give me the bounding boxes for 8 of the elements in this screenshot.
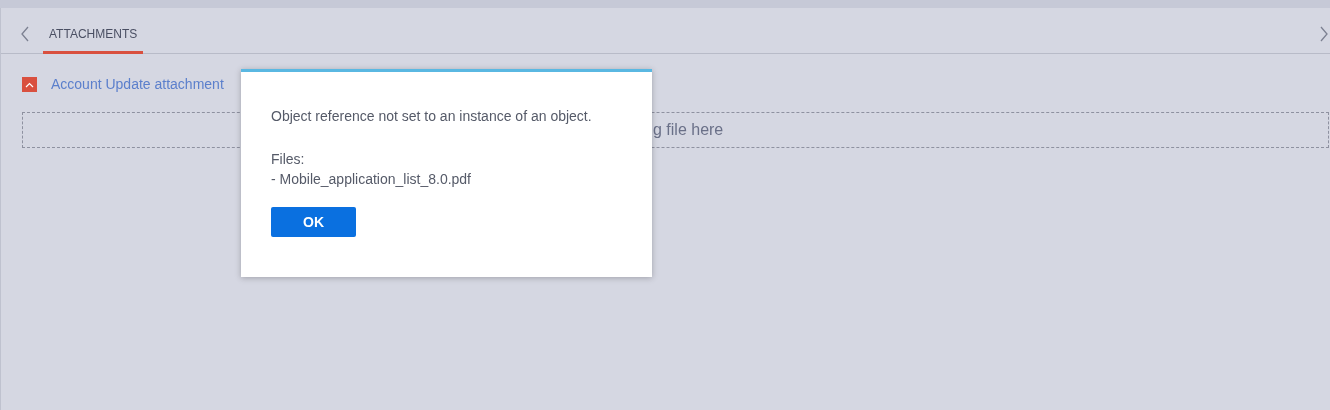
tab[interactable]: ATTACHMENTS bbox=[43, 25, 144, 54]
collapse-icon[interactable] bbox=[22, 77, 37, 92]
chevron-right-icon[interactable] bbox=[1318, 26, 1330, 42]
chevron-left-icon[interactable] bbox=[19, 26, 31, 42]
group-title-link[interactable]: Account Update attachment bbox=[51, 74, 224, 95]
file-name: - Mobile_application_list_8.0.pdf bbox=[271, 170, 472, 189]
files-label: Files: bbox=[271, 150, 306, 169]
ok-button[interactable]: OK bbox=[271, 207, 356, 237]
